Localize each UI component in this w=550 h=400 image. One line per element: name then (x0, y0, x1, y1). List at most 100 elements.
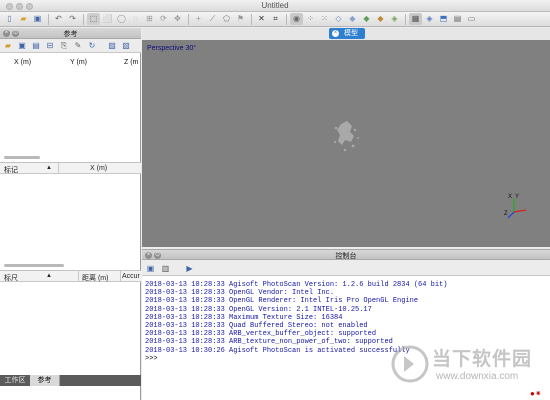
textured-icon[interactable]: ◆ (374, 13, 387, 25)
rectangle-select-icon[interactable]: ⬜ (101, 13, 114, 25)
toolbar-separator (188, 13, 189, 25)
model-view-tabbar: × 模型 (142, 28, 550, 40)
settings-icon[interactable]: ⊟ (44, 40, 56, 51)
status-tray-icon[interactable]: ●⁕ (530, 389, 544, 399)
region-icon[interactable]: ▤ (451, 13, 464, 25)
tab-model[interactable]: × 模型 (329, 28, 365, 39)
column-divider (58, 163, 59, 174)
run-script-icon[interactable]: ▶ (184, 263, 195, 274)
z-axis-line (507, 211, 515, 219)
tab-reference[interactable]: 参考 (30, 375, 60, 386)
redo-icon[interactable]: ↷ (66, 13, 79, 25)
reference-panel-header: × ⊙ 参考 (0, 28, 141, 39)
axis-label-z: Z (504, 211, 508, 217)
console-toolbar: ▣ ▥ ▶ (142, 261, 550, 276)
update-icon[interactable]: ↻ (86, 40, 98, 51)
point-cloud-icon[interactable]: ⁘ (304, 13, 317, 25)
save-log-icon[interactable]: ▣ (145, 263, 156, 274)
export-icon[interactable]: ▣ (16, 40, 28, 51)
main-toolbar: ▯ ▰ ▣ ↶ ↷ ⬚ ⬜ ◯ ◌ ⊞ ⟳ ✥ + ⟋ ⬠ ⚑ ✕ ⌗ ◉ ⁘ … (0, 12, 550, 27)
crop-icon[interactable]: ⌗ (269, 13, 282, 25)
column-z[interactable]: Z (m (124, 59, 138, 66)
wireframe-icon[interactable]: ◇ (332, 13, 345, 25)
photo-icon[interactable]: ◉ (290, 13, 303, 25)
point-cloud-object (333, 121, 359, 152)
new-document-icon[interactable]: ▯ (3, 13, 16, 25)
show-info-icon[interactable]: ▭ (465, 13, 478, 25)
model-tab-label: 模型 (344, 30, 358, 37)
toolbar-separator (286, 13, 287, 25)
toolbar-separator (83, 13, 84, 25)
shapes-icon[interactable]: ⬠ (220, 13, 233, 25)
cameras-icon[interactable]: ◈ (423, 13, 436, 25)
log-line: 2018-03-13 10:28:33 Maximum Texture Size… (145, 313, 343, 322)
watermark-text: 当下软件园 (432, 349, 533, 370)
console-panel-header: × ⊙ 控制台 (142, 249, 550, 260)
accuracy-column[interactable]: Accur (122, 273, 140, 280)
clear-log-icon[interactable]: ▥ (160, 263, 171, 274)
log-line: 2018-03-13 10:28:33 Agisoft PhotoScan Ve… (145, 281, 448, 289)
view-source-icon[interactable]: ▧ (120, 40, 132, 51)
splitter-handle[interactable] (4, 156, 40, 159)
view-errors-icon[interactable]: ▨ (106, 40, 118, 51)
toolbar-separator (48, 13, 49, 25)
distance-column[interactable]: 距离 (m) (82, 273, 108, 283)
markers-icon[interactable]: ⚑ (234, 13, 247, 25)
markers-table-header: 标记 ▲ X (m) (0, 162, 141, 174)
undo-icon[interactable]: ↶ (52, 13, 65, 25)
toolbar-separator (251, 13, 252, 25)
watermark-logo-icon (391, 345, 429, 383)
free-select-icon[interactable]: ◌ (129, 13, 142, 25)
wrench-icon[interactable]: ✎ (72, 40, 84, 51)
circle-select-icon[interactable]: ◯ (115, 13, 128, 25)
save-icon[interactable]: ▣ (31, 13, 44, 25)
log-line: 2018-03-13 10:28:33 Quad Buffered Stereo… (145, 322, 368, 331)
rotate-region-icon[interactable]: ⟳ (157, 13, 170, 25)
panel-tabs: 工作区 参考 (0, 375, 141, 386)
sort-ascending-icon: ▲ (46, 165, 52, 171)
model-viewport[interactable]: Perspective 30° X Y Z (142, 40, 550, 247)
window-title: Untitled (261, 1, 289, 10)
tiled-model-icon[interactable]: ◈ (388, 13, 401, 25)
open-folder-icon[interactable]: ▰ (17, 13, 30, 25)
save-reference-icon[interactable]: ▤ (30, 40, 42, 51)
console-title: 控制台 (335, 253, 357, 260)
tab-workspace[interactable]: 工作区 (0, 375, 30, 386)
title-bar: Untitled (0, 0, 550, 12)
log-line: 2018-03-13 10:28:33 OpenGL Vendor: Intel… (145, 289, 335, 298)
scale-bars-label-column[interactable]: 标尺 (4, 273, 18, 283)
dem-icon[interactable]: ▦ (409, 13, 422, 25)
import-icon[interactable]: ▰ (2, 40, 14, 51)
axis-label-x: X (508, 194, 512, 200)
column-x[interactable]: X (m) (14, 59, 31, 66)
reference-panel-title: 参考 (63, 31, 78, 38)
delete-icon[interactable]: ✕ (255, 13, 268, 25)
log-line: 2018-03-13 10:28:33 OpenGL Version: 2.1 … (145, 305, 372, 314)
projection-label: Perspective 30° (147, 45, 197, 52)
resize-region-icon[interactable]: ⊞ (143, 13, 156, 25)
rotate-object-icon[interactable]: + (192, 13, 205, 25)
axis-indicator: X Y Z (504, 194, 527, 219)
scale-bars-table-header: 标尺 ▲ 距离 (m) Accur (0, 270, 141, 282)
markers-label-column[interactable]: 标记 (4, 165, 18, 175)
markers-x-column[interactable]: X (m) (90, 165, 107, 172)
navigation-icon[interactable]: ⬚ (87, 13, 100, 25)
sort-ascending-icon: ▲ (46, 273, 52, 279)
convert-icon[interactable]: ⎘ (58, 40, 70, 51)
move-object-icon[interactable]: ✥ (171, 13, 184, 25)
splitter-handle[interactable] (4, 264, 64, 267)
shaded-icon[interactable]: ◆ (346, 13, 359, 25)
dense-cloud-icon[interactable]: ⁙ (318, 13, 331, 25)
watermark: 当下软件园 www.downxia.com (390, 340, 550, 400)
app-window: Untitled ▯ ▰ ▣ ↶ ↷ ⬚ ⬜ ◯ ◌ ⊞ ⟳ ✥ + ⟋ ⬠ ⚑… (0, 0, 550, 400)
watermark-url: www.downxia.com (436, 371, 519, 382)
reference-panel: × ⊙ 参考 ▰ ▣ ▤ ⊟ ⎘ ✎ ↻ ▨ ▧ X (m) Y (m) Z (… (0, 28, 141, 400)
log-line: 2018-03-13 10:28:33 OpenGL Renderer: Int… (145, 297, 419, 306)
x-axis-line (513, 209, 527, 213)
solid-icon[interactable]: ◆ (360, 13, 373, 25)
column-y[interactable]: Y (m) (70, 59, 87, 66)
reference-toolbar: ▰ ▣ ▤ ⊟ ⎘ ✎ ↻ ▨ ▧ (0, 39, 141, 53)
close-tab-icon[interactable]: × (332, 30, 339, 37)
ruler-icon[interactable]: ⟋ (206, 13, 219, 25)
orthomosaic-icon[interactable]: ⬒ (437, 13, 450, 25)
